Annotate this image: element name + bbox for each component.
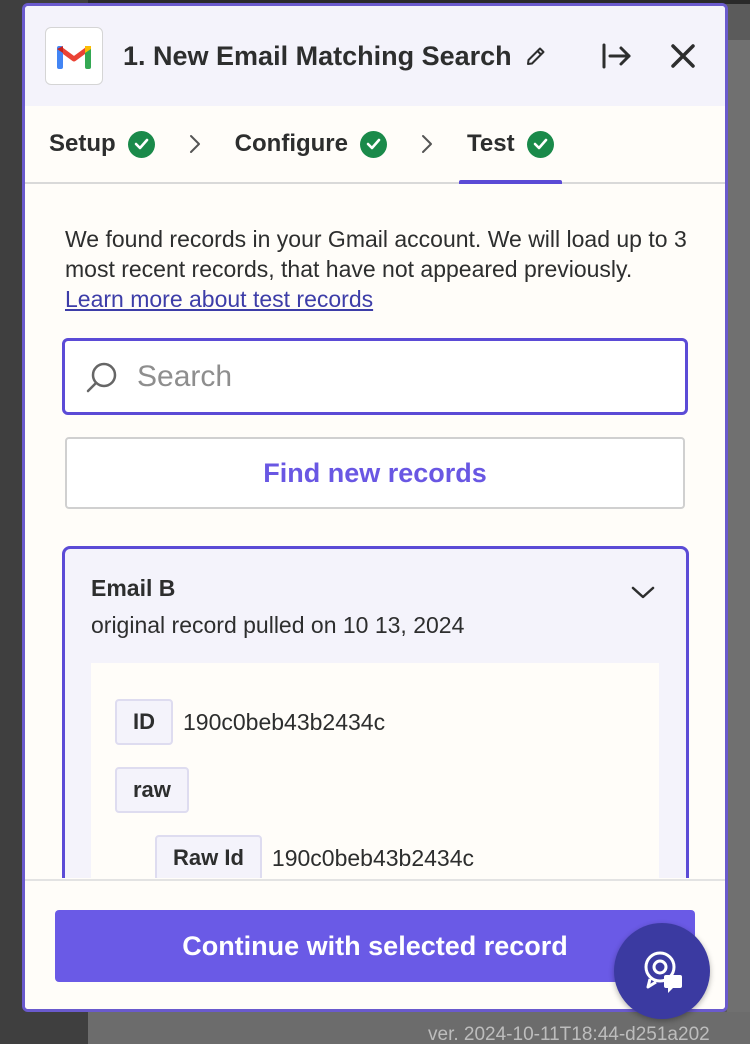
- intro-text: We found records in your Gmail account. …: [65, 226, 687, 282]
- arrow-right-to-line-icon[interactable]: [599, 38, 635, 74]
- record-card[interactable]: Email B original record pulled on 10 13,…: [62, 546, 689, 878]
- continue-button[interactable]: Continue with selected record: [55, 910, 695, 982]
- search-input[interactable]: [137, 359, 657, 394]
- find-new-records-button[interactable]: Find new records: [65, 437, 685, 509]
- learn-more-link[interactable]: Learn more about test records: [65, 284, 373, 314]
- record-fields: ID 190c0beb43b2434c raw Raw Id 190c0beb4…: [91, 663, 659, 878]
- panel-header: 1. New Email Matching Search: [25, 6, 725, 106]
- pencil-icon[interactable]: [522, 42, 550, 70]
- background-canvas: [727, 40, 750, 1012]
- tab-label: Setup: [49, 130, 116, 157]
- chevron-down-icon[interactable]: [628, 583, 658, 603]
- step-tabs: Setup Configure Test: [25, 106, 725, 184]
- close-icon[interactable]: [665, 38, 701, 74]
- field-row: Raw Id 190c0beb43b2434c: [155, 835, 635, 878]
- chevron-right-icon: [387, 106, 467, 182]
- test-content: We found records in your Gmail account. …: [25, 184, 725, 878]
- field-value: 190c0beb43b2434c: [183, 708, 386, 735]
- field-row: raw: [115, 767, 635, 813]
- check-circle-icon: [127, 130, 155, 158]
- step-editor-panel: 1. New Email Matching Search Setup Confi…: [22, 3, 728, 1012]
- search-icon: [85, 360, 119, 394]
- header-actions: [599, 38, 701, 74]
- record-title: Email B: [91, 575, 176, 601]
- search-field[interactable]: [62, 338, 688, 415]
- field-key: ID: [115, 699, 173, 745]
- step-title: 1. New Email Matching Search: [123, 40, 512, 71]
- check-circle-icon: [526, 130, 554, 158]
- record-subtitle: original record pulled on 10 13, 2024: [91, 612, 465, 638]
- chevron-right-icon: [155, 106, 235, 182]
- support-chat-icon[interactable]: [614, 923, 710, 1019]
- field-key: raw: [115, 767, 189, 813]
- tab-label: Test: [467, 130, 515, 157]
- check-circle-icon: [360, 130, 387, 158]
- field-key: Raw Id: [155, 835, 262, 878]
- field-row: ID 190c0beb43b2434c: [115, 699, 635, 745]
- tab-test[interactable]: Test: [459, 106, 562, 184]
- version-label: ver. 2024-10-11T18:44-d251a202: [428, 1024, 710, 1044]
- tab-configure[interactable]: Configure: [235, 106, 387, 182]
- gmail-icon: [45, 27, 103, 85]
- field-value: 190c0beb43b2434c: [271, 844, 474, 871]
- tab-setup[interactable]: Setup: [49, 106, 155, 182]
- tab-label: Configure: [234, 130, 348, 157]
